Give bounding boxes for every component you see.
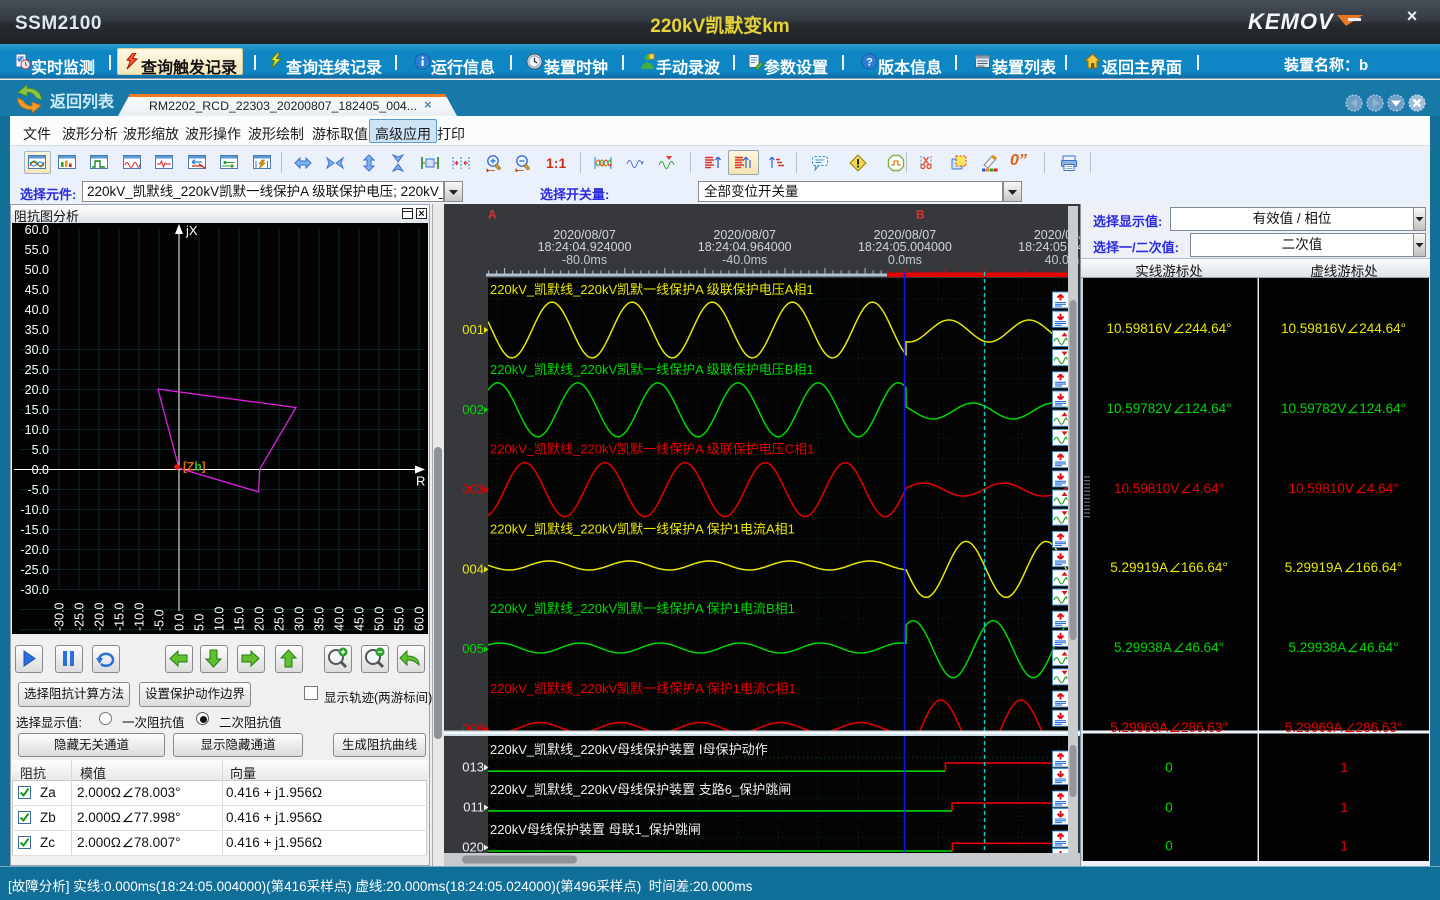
svg-text:10.0: 10.0 xyxy=(213,607,227,631)
svg-text:15.0: 15.0 xyxy=(25,403,49,417)
svg-text:220kV_凯默线_220kV母线保护装置 支路6_保护跳闸: 220kV_凯默线_220kV母线保护装置 支路6_保护跳闸 xyxy=(490,782,791,797)
svg-text:013: 013 xyxy=(462,760,484,775)
svg-text:25.0: 25.0 xyxy=(273,607,287,631)
svg-text:-30.0: -30.0 xyxy=(53,602,67,631)
svg-text:18:24:04.964000: 18:24:04.964000 xyxy=(698,240,792,254)
svg-text:220kV_凯默线_220kV凯默一线保护A 级联保护电压A: 220kV_凯默线_220kV凯默一线保护A 级联保护电压A相1 xyxy=(490,282,814,297)
svg-text:40.0: 40.0 xyxy=(25,303,49,317)
svg-text:30.0: 30.0 xyxy=(25,343,49,357)
svg-text:60.0: 60.0 xyxy=(413,607,427,631)
svg-text:jX: jX xyxy=(185,223,198,238)
svg-text:004: 004 xyxy=(462,561,484,576)
svg-text:45.0: 45.0 xyxy=(353,607,367,631)
svg-text:1: 1 xyxy=(1340,760,1348,775)
svg-text:1: 1 xyxy=(1340,839,1348,854)
svg-text:15.0: 15.0 xyxy=(233,607,247,631)
svg-text:-40.0ms: -40.0ms xyxy=(722,253,767,267)
svg-text:35.0: 35.0 xyxy=(25,323,49,337)
svg-text:5.0: 5.0 xyxy=(193,614,207,631)
svg-text:5.0: 5.0 xyxy=(32,443,49,457)
svg-text:-15.0: -15.0 xyxy=(113,602,127,631)
svg-text:0.0: 0.0 xyxy=(173,614,187,631)
svg-text:20.0: 20.0 xyxy=(253,607,267,631)
svg-text:020: 020 xyxy=(462,840,484,855)
svg-text:-25.0: -25.0 xyxy=(21,563,50,577)
svg-text:-10.0: -10.0 xyxy=(21,503,50,517)
svg-text:0.0ms: 0.0ms xyxy=(888,253,922,267)
svg-text:0.0: 0.0 xyxy=(32,463,49,477)
svg-text:55.0: 55.0 xyxy=(25,243,49,257)
svg-text:220kV_凯默线_220kV凯默一线保护A 保护1电流B相: 220kV_凯默线_220kV凯默一线保护A 保护1电流B相1 xyxy=(490,601,795,616)
svg-text:220kV_凯默线_220kV母线保护装置 Ⅰ母保护动作: 220kV_凯默线_220kV母线保护装置 Ⅰ母保护动作 xyxy=(490,742,768,757)
svg-text:A: A xyxy=(488,208,497,222)
svg-text:220kV_凯默线_220kV凯默一线保护A 保护1电流C相: 220kV_凯默线_220kV凯默一线保护A 保护1电流C相1 xyxy=(490,681,796,696)
svg-text:220kV母线保护装置 母联1_保护跳闸: 220kV母线保护装置 母联1_保护跳闸 xyxy=(490,822,701,837)
svg-text:220kV_凯默线_220kV凯默一线保护A 保护1电流A相: 220kV_凯默线_220kV凯默一线保护A 保护1电流A相1 xyxy=(490,521,795,536)
svg-text:10.0: 10.0 xyxy=(25,423,49,437)
svg-text:60.0: 60.0 xyxy=(25,223,49,237)
svg-text:-5.0: -5.0 xyxy=(153,609,167,631)
svg-text:-80.0ms: -80.0ms xyxy=(562,253,607,267)
svg-text:45.0: 45.0 xyxy=(25,283,49,297)
svg-text:0: 0 xyxy=(1165,839,1173,854)
svg-text:002: 002 xyxy=(462,402,484,417)
svg-text:[Zb]: [Zb] xyxy=(183,460,206,474)
svg-text:55.0: 55.0 xyxy=(393,607,407,631)
svg-text:0: 0 xyxy=(1165,800,1173,815)
svg-text:220kV_凯默线_220kV凯默一线保护A 级联保护电压C: 220kV_凯默线_220kV凯默一线保护A 级联保护电压C相1 xyxy=(490,442,814,457)
svg-text:18:24:04.924000: 18:24:04.924000 xyxy=(538,240,632,254)
svg-text:-10.0: -10.0 xyxy=(133,602,147,631)
svg-text:-5.0: -5.0 xyxy=(27,483,49,497)
svg-text:25.0: 25.0 xyxy=(25,363,49,377)
svg-text:50.0: 50.0 xyxy=(25,263,49,277)
svg-text:-15.0: -15.0 xyxy=(21,523,50,537)
svg-text:?: ? xyxy=(866,57,873,69)
svg-text:R: R xyxy=(416,474,425,489)
svg-text:-20.0: -20.0 xyxy=(21,543,50,557)
svg-text:001: 001 xyxy=(462,322,484,337)
svg-text:-30.0: -30.0 xyxy=(21,583,50,597)
svg-text:B: B xyxy=(916,208,925,222)
svg-text:30.0: 30.0 xyxy=(293,607,307,631)
svg-text:011: 011 xyxy=(463,800,484,815)
svg-text:-25.0: -25.0 xyxy=(73,602,87,631)
svg-text:0: 0 xyxy=(1165,760,1173,775)
svg-text:35.0: 35.0 xyxy=(313,607,327,631)
svg-text:-20.0: -20.0 xyxy=(93,602,107,631)
svg-text:220kV_凯默线_220kV凯默一线保护A 级联保护电压B: 220kV_凯默线_220kV凯默一线保护A 级联保护电压B相1 xyxy=(490,362,814,377)
svg-text:50.0: 50.0 xyxy=(373,607,387,631)
svg-text:005: 005 xyxy=(462,641,484,656)
svg-text:20.0: 20.0 xyxy=(25,383,49,397)
svg-text:40.0: 40.0 xyxy=(333,607,347,631)
svg-text:003: 003 xyxy=(462,482,484,497)
svg-text:18:24:05.004000: 18:24:05.004000 xyxy=(858,240,952,254)
svg-text:1: 1 xyxy=(1340,800,1348,815)
